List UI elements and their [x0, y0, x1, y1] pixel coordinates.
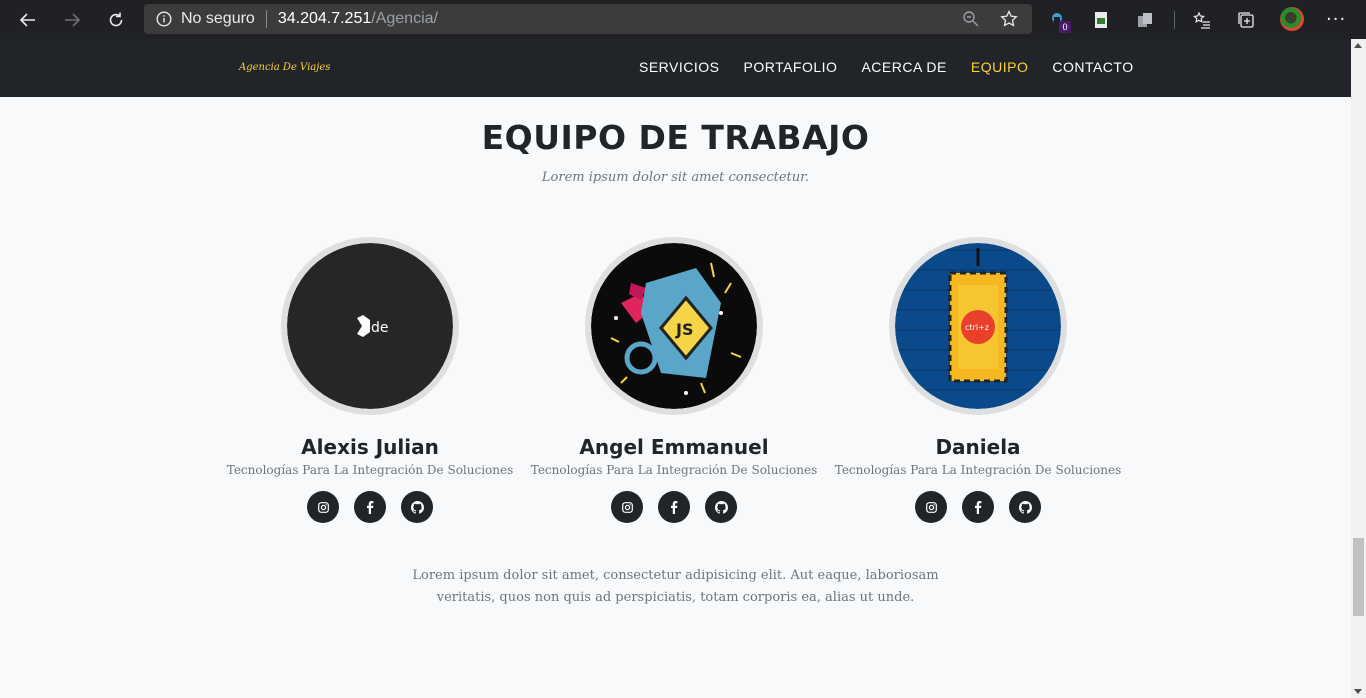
refresh-icon	[109, 12, 123, 26]
instagram-button[interactable]	[307, 491, 339, 523]
member-name: Daniela	[935, 435, 1021, 459]
refresh-button[interactable]	[94, 0, 138, 39]
member-name: Alexis Julian	[301, 435, 439, 459]
github-icon	[714, 500, 728, 514]
github-button[interactable]	[401, 491, 433, 523]
zoom-icon[interactable]	[962, 10, 980, 28]
social-links	[828, 491, 1128, 523]
nav-links: Servicios Portafolio Acerca de Equipo Co…	[627, 59, 1146, 75]
team-member-card: JS Angel Emmanuel Tecnologías Para La In…	[524, 237, 824, 523]
profile-avatar[interactable]	[1280, 7, 1304, 31]
section-subtitle: Lorem ipsum dolor sit amet consectetur.	[541, 170, 810, 185]
collections-button[interactable]	[1235, 9, 1257, 31]
member-photo: JS	[585, 237, 763, 415]
extension-button-2[interactable]	[1090, 9, 1112, 31]
arrow-left-icon	[19, 12, 35, 27]
collections-icon	[1238, 12, 1254, 28]
team-member-card: ctrl+z Daniela Tecnologías Para La Integ…	[828, 237, 1128, 523]
github-button[interactable]	[1009, 491, 1041, 523]
url-host: 34.204.7.251	[277, 10, 372, 27]
github-icon	[1018, 500, 1032, 514]
instagram-icon	[925, 501, 937, 513]
nav-portafolio[interactable]: Portafolio	[744, 59, 838, 75]
facebook-icon	[367, 500, 374, 514]
favorite-star-icon[interactable]	[1000, 10, 1018, 28]
team-description: Lorem ipsum dolor sit amet, consectetur …	[412, 568, 939, 605]
url-path: /Agencia/	[371, 10, 438, 27]
github-button[interactable]	[705, 491, 737, 523]
security-label[interactable]: No seguro	[181, 10, 255, 28]
forward-button[interactable]	[50, 0, 94, 39]
facebook-button[interactable]	[962, 491, 994, 523]
favorites-list-icon	[1193, 11, 1210, 29]
github-icon	[410, 500, 424, 514]
instagram-button[interactable]	[611, 491, 643, 523]
arrow-right-icon	[65, 12, 81, 27]
facebook-icon	[975, 500, 982, 514]
team-member-card: de Alexis Julian Tecnologías Para La Int…	[220, 237, 520, 523]
extension-button-3[interactable]	[1134, 9, 1156, 31]
toolbar-divider	[1174, 11, 1175, 29]
extension-badge: 0	[1059, 21, 1071, 33]
instagram-icon	[621, 501, 633, 513]
info-icon[interactable]	[156, 11, 172, 27]
site-navbar: Agencia De Viajes Servicios Portafolio A…	[0, 39, 1351, 97]
facebook-button[interactable]	[354, 491, 386, 523]
nav-acerca-de[interactable]: Acerca de	[861, 59, 946, 75]
photo-text: JS	[675, 320, 693, 339]
scroll-down-arrow-icon[interactable]	[1354, 689, 1362, 694]
page-scrollbar[interactable]	[1351, 39, 1366, 698]
more-menu-icon[interactable]: ···	[1326, 9, 1346, 30]
nav-equipo[interactable]: Equipo	[971, 59, 1028, 75]
copy-icon	[1138, 13, 1152, 27]
back-button[interactable]	[6, 0, 50, 39]
facebook-icon	[671, 500, 678, 514]
nav-contacto[interactable]: Contacto	[1052, 59, 1133, 75]
social-links	[220, 491, 520, 523]
browser-toolbar: No seguro 34.204.7.251/Agencia/ 0 ···	[0, 0, 1366, 39]
member-role: Tecnologías Para La Integración De Soluc…	[834, 463, 1122, 477]
member-photo: ctrl+z	[889, 237, 1067, 415]
scrollbar-thumb[interactable]	[1353, 538, 1364, 616]
instagram-icon	[317, 501, 329, 513]
instagram-button[interactable]	[915, 491, 947, 523]
ctrl-z-art-image: ctrl+z	[948, 248, 1008, 383]
javascript-art-image: JS	[610, 262, 742, 395]
vscode-logo-image: de	[357, 315, 389, 337]
photo-text: ctrl+z	[965, 323, 989, 332]
favorites-button[interactable]	[1191, 9, 1213, 31]
section-title: EQUIPO DE TRABAJO	[481, 118, 870, 157]
member-role: Tecnologías Para La Integración De Soluc…	[226, 463, 514, 477]
address-divider	[265, 10, 267, 28]
member-name: Angel Emmanuel	[579, 435, 769, 459]
photo-text: de	[371, 320, 389, 336]
nav-servicios[interactable]: Servicios	[639, 59, 720, 75]
brand-logo[interactable]: Agencia De Viajes	[239, 62, 330, 73]
scroll-up-arrow-icon[interactable]	[1354, 43, 1362, 48]
member-photo: de	[281, 237, 459, 415]
address-bar[interactable]: No seguro 34.204.7.251/Agencia/	[144, 4, 1032, 34]
document-icon	[1095, 12, 1107, 28]
facebook-button[interactable]	[658, 491, 690, 523]
social-links	[524, 491, 824, 523]
member-role: Tecnologías Para La Integración De Soluc…	[530, 463, 818, 477]
